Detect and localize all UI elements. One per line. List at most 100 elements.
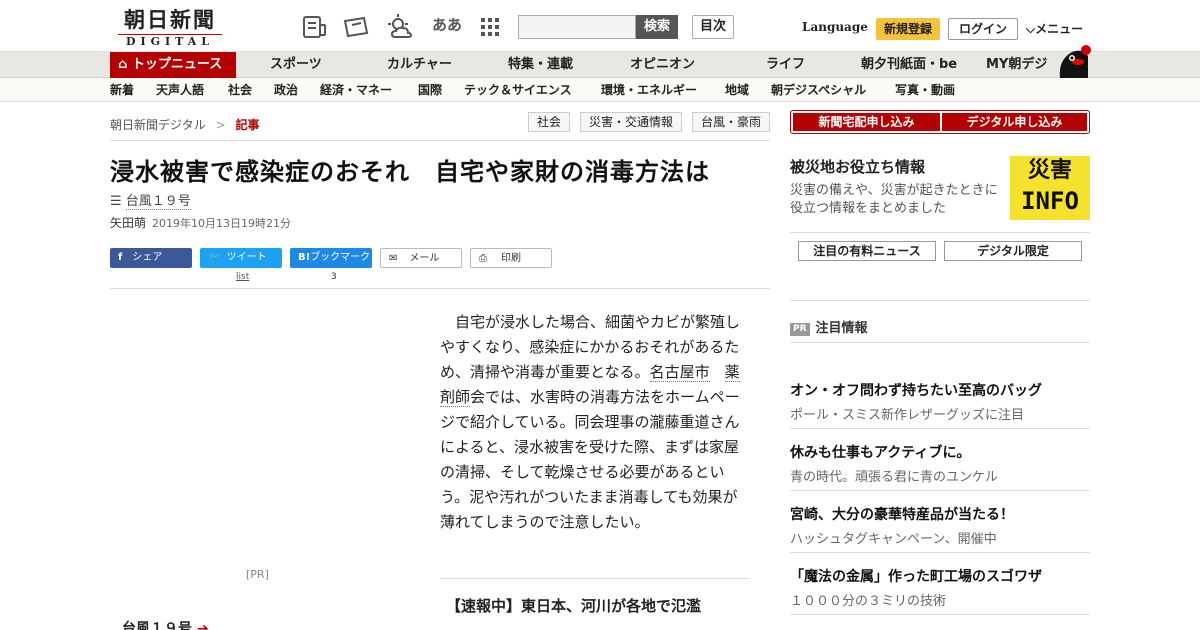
pr-item-sub: １０００分の３ミリの技術 [790,594,947,609]
mail-icon: ✉ [389,253,398,264]
pr-heading: PR 注目情報 [790,317,868,336]
publish-date: 2019年10月13日19時21分 [152,217,291,230]
nav2-item-special[interactable]: 朝デジスペシャル [771,78,866,102]
nav2-item-region[interactable]: 地域 [725,78,749,102]
pr-item[interactable]: 宮崎、大分の豪華特産品が当たる！ ハッシュタグキャンペーン、開催中 [790,504,1090,547]
pr-item[interactable]: オン・オフ問わず持ちたい至高のバッグ ポール・スミス新作レザーグッズに注目 [790,380,1090,423]
register-button[interactable]: 新規登録 [876,18,940,40]
nav2-item-new[interactable]: 新着 [110,78,134,102]
login-button[interactable]: ログイン [948,18,1018,40]
typhoon-link[interactable]: 台風１９号 ➔ [122,618,209,630]
disaster-info-title[interactable]: 被災地お役立ち情報 [790,156,925,177]
nav2-item-tensei[interactable]: 天声人語 [156,78,204,102]
disaster-info-banner[interactable]: 災害 INFO [1010,156,1090,220]
site-header: 朝日新聞 DIGITAL ああ 検索 目次 Language 新規登録 ログイン… [0,0,1200,52]
search-input[interactable] [518,15,636,39]
topic-link[interactable]: ☰ 台風１９号 [110,190,191,210]
nav-item-opinion[interactable]: オピニオン [630,52,695,78]
toc-button[interactable]: 目次 [692,15,734,39]
nav2-item-politics[interactable]: 政治 [274,78,298,102]
home-icon: ⌂ [118,57,128,72]
print-button[interactable]: ⎙ 印刷 [470,248,552,268]
typhoon-link-label: 台風１９号 [122,621,192,630]
body-text-2: 会では、水害時の消毒方法をホームページで紹介している。同会理事の瀧藤重道さんによ… [440,388,740,531]
nav2-item-society[interactable]: 社会 [228,78,252,102]
list-icon: ☰ [110,194,122,209]
breadcrumb-separator: > [215,118,226,132]
arrow-right-icon: ➔ [196,621,209,630]
pr-item[interactable]: 「魔法の金属」作った町工場のスゴワザ １０００分の３ミリの技術 [790,566,1090,609]
divider [790,428,1090,429]
facebook-share-button[interactable]: f シェア [110,248,192,268]
pr-item-sub: ポール・スミス新作レザーグッズに注目 [790,408,1025,423]
nav-item-sports[interactable]: スポーツ [270,52,322,78]
mascot-icon [1059,45,1091,78]
digital-only-button[interactable]: デジタル限定 [944,241,1082,261]
nav-item-culture[interactable]: カルチャー [387,52,452,78]
newspaper-icon[interactable] [300,13,328,41]
tag-disaster[interactable]: 災害・交通情報 [580,112,683,132]
twitter-count[interactable]: list [236,272,249,282]
pr-heading-label: 注目情報 [815,321,868,336]
ad-pr-label: [PR] [246,568,269,581]
pr-item-title: 休みも仕事もアクティブに。 [790,445,971,461]
paid-news-button[interactable]: 注目の有料ニュース [798,241,936,261]
menu-label: メニュー [1035,22,1084,36]
font-size-icon[interactable]: ああ [432,14,462,42]
nav2-item-photo[interactable]: 写真・動画 [895,78,955,102]
disaster-info-text: 災害の備えや、災害が起きたときに役立つ情報をまとめました [790,183,998,216]
logo-top: 朝日新聞 [124,7,216,32]
divider [790,552,1090,553]
tag-society[interactable]: 社会 [528,112,571,132]
nav-item-papers[interactable]: 朝夕刊紙面・be [861,52,957,78]
pr-item-sub: 青の時代。頑張る君に青のユンケル [790,470,999,485]
ticket-icon[interactable] [342,13,370,41]
breaking-news-link[interactable]: 【速報中】東日本、河川が各地で氾濫 [446,595,701,616]
nav2-item-international[interactable]: 国際 [418,78,442,102]
nav2-item-economy[interactable]: 経済・マネー [320,78,392,102]
keyword-link-nagoya[interactable]: 名古屋市 [649,363,710,382]
byline: 矢田萌 2019年10月13日19時21分 [110,214,291,231]
nav-item-life[interactable]: ライフ [766,52,805,78]
twitter-icon: 🐦 [208,252,221,263]
print-label: 印刷 [501,253,521,264]
mail-button[interactable]: ✉ メール [380,248,462,268]
language-link[interactable]: Language [802,20,868,34]
nav2-item-environment[interactable]: 環境・エネルギー [601,78,697,102]
divider [790,232,1090,233]
nav-item-top-news[interactable]: ⌂ トップニュース [110,52,236,78]
divider [790,342,1090,343]
pr-item-title: 宮崎、大分の豪華特産品が当たる！ [790,507,1014,523]
article-body: 自宅が浸水した場合、細菌やカビが繁殖しやすくなり、感染症にかかるおそれがあるため… [440,310,750,535]
divider [790,300,1090,301]
pr-item-title: 「魔法の金属」作った町工場のスゴワザ [790,569,1042,585]
twitter-label: ツイート [226,252,267,263]
info-banner-top: 災害 [1027,158,1072,183]
article-title: 浸水被害で感染症のおそれ 自宅や家財の消毒方法は [110,158,710,186]
hatena-bookmark-button[interactable]: B!ブックマーク [290,248,372,268]
breadcrumb-home[interactable]: 朝日新聞デジタル [110,118,206,132]
weather-icon[interactable] [386,13,414,41]
secondary-nav: 新着 天声人語 社会 政治 経済・マネー 国際 テック＆サイエンス 環境・エネル… [0,78,1200,102]
newspaper-subscribe-button[interactable]: 新聞宅配申し込み [793,113,940,131]
nav-item-features[interactable]: 特集・連載 [508,52,573,78]
divider [110,288,770,289]
twitter-share-button[interactable]: 🐦 ツイート [200,248,282,268]
pr-item[interactable]: 休みも仕事もアクティブに。 青の時代。頑張る君に青のユンケル [790,442,1090,485]
hatena-icon: B! [298,252,311,263]
tag-typhoon[interactable]: 台風・豪雨 [692,112,771,132]
pr-item-title: オン・オフ問わず持ちたい至高のバッグ [790,383,1042,399]
author-name: 矢田萌 [110,216,147,230]
nav-item-my-asadigi[interactable]: MY朝デジ [986,52,1047,78]
divider [440,578,750,579]
pr-badge: PR [790,323,810,336]
menu-button[interactable]: ⌵メニュー [1026,20,1083,37]
grid-menu-icon[interactable] [476,13,504,41]
digital-subscribe-button[interactable]: デジタル申し込み [942,113,1087,131]
breadcrumb: 朝日新聞デジタル > 記事 [110,116,260,133]
divider [790,490,1090,491]
site-logo[interactable]: 朝日新聞 DIGITAL [110,8,230,48]
nav2-item-tech[interactable]: テック＆サイエンス [464,78,572,102]
facebook-label: シェア [132,252,163,263]
search-button[interactable]: 検索 [636,15,678,39]
